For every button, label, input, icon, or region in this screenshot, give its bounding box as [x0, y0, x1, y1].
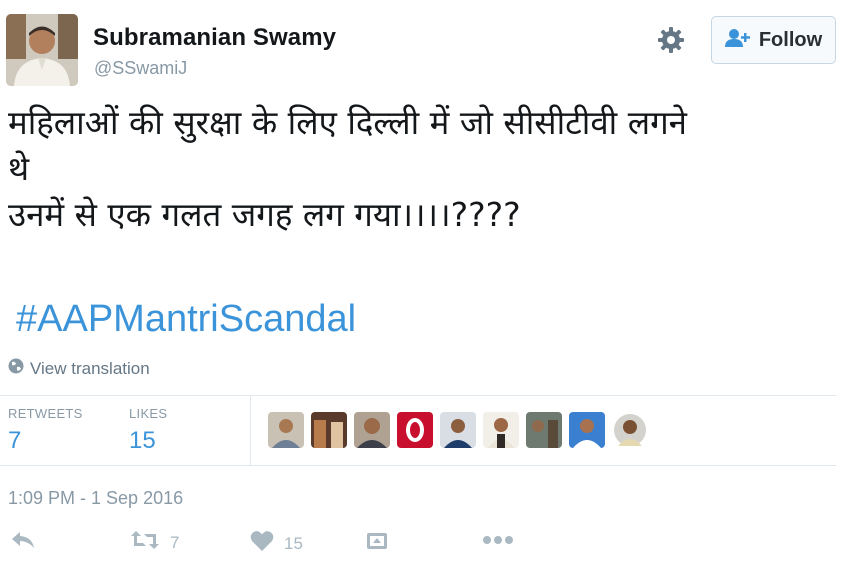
liker-avatar[interactable] — [354, 412, 390, 448]
hashtag-link[interactable]: #AAPMantriScandal — [16, 298, 356, 341]
retweet-icon — [130, 530, 160, 555]
stats-divider-top — [0, 395, 836, 396]
author-name[interactable]: Subramanian Swamy — [93, 24, 336, 52]
retweets-label: RETWEETS — [8, 406, 83, 421]
tweet-text-line: महिलाओं की सुरक्षा के लिए दिल्ली में जो … — [8, 103, 687, 142]
author-handle[interactable]: @SSwamiJ — [94, 58, 187, 79]
liker-avatar[interactable] — [397, 412, 433, 448]
retweets-count: 7 — [8, 427, 22, 454]
reply-button[interactable] — [10, 530, 36, 555]
liker-avatar[interactable] — [483, 412, 519, 448]
liker-avatar[interactable] — [612, 412, 648, 448]
follow-person-plus-icon — [724, 28, 751, 53]
tweet-actions: 7 15 — [0, 530, 850, 564]
stats-divider-vertical — [250, 396, 251, 465]
liker-avatar[interactable] — [268, 412, 304, 448]
stats-divider-bottom — [0, 465, 836, 466]
tweet-text-line: उनमें से एक गलत जगह लग गया।।।।???? — [8, 195, 521, 234]
likes-stat[interactable]: LIKES 15 — [129, 406, 167, 455]
more-icon — [482, 530, 514, 550]
like-action-count: 15 — [284, 533, 303, 553]
globe-icon — [8, 358, 24, 379]
liker-avatar[interactable] — [526, 412, 562, 448]
retweets-stat[interactable]: RETWEETS 7 — [8, 406, 83, 455]
view-translation-label: View translation — [30, 358, 150, 378]
liker-avatar[interactable] — [569, 412, 605, 448]
reply-icon — [10, 530, 36, 555]
like-button[interactable]: 15 — [250, 530, 303, 557]
liker-avatar[interactable] — [311, 412, 347, 448]
settings-gear-icon[interactable] — [656, 25, 686, 55]
share-icon — [366, 530, 388, 555]
tweet-text: महिलाओं की सुरक्षा के लिए दिल्ली में जो … — [8, 100, 838, 238]
likes-count: 15 — [129, 427, 156, 454]
heart-icon — [250, 530, 274, 557]
follow-button-label: Follow — [758, 28, 823, 51]
follow-button[interactable]: Follow — [711, 16, 836, 64]
liker-avatar[interactable] — [440, 412, 476, 448]
tweet-text-line: थे — [8, 149, 30, 188]
likers-avatars — [268, 412, 648, 448]
view-translation-link[interactable]: View translation — [8, 358, 150, 379]
retweet-action-count: 7 — [170, 532, 180, 552]
tweet-timestamp[interactable]: 1:09 PM - 1 Sep 2016 — [8, 488, 183, 509]
more-button[interactable] — [482, 530, 514, 550]
share-button[interactable] — [366, 530, 388, 555]
likes-label: LIKES — [129, 406, 168, 421]
retweet-button[interactable]: 7 — [130, 530, 179, 555]
author-avatar[interactable] — [6, 14, 78, 86]
